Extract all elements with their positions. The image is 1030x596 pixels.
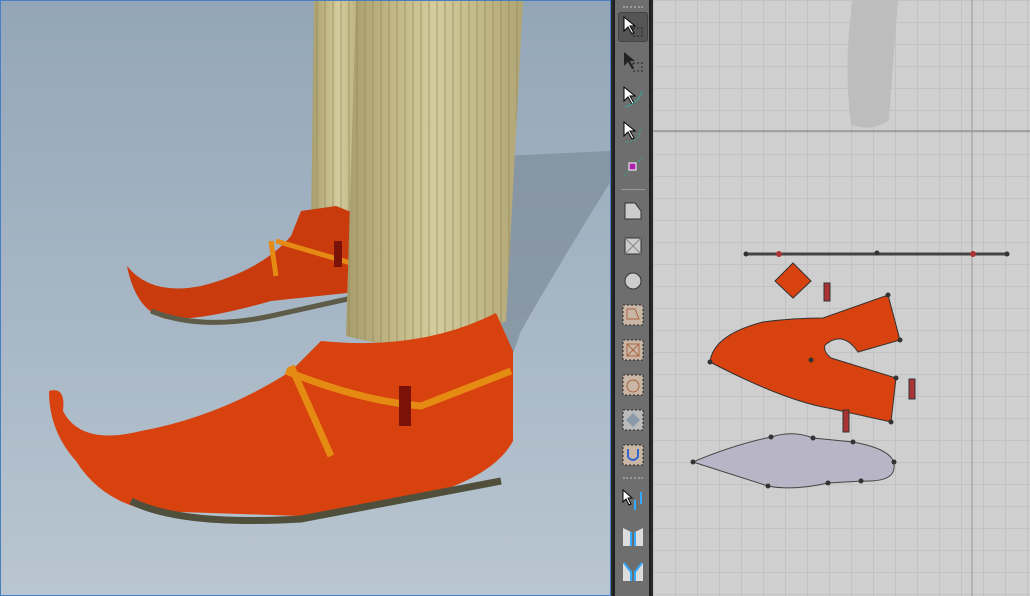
tool-palette [613, 0, 651, 596]
segment-sewing-tool[interactable] [618, 485, 648, 515]
pattern-canvas [653, 0, 1030, 596]
select-move-icon [623, 15, 643, 37]
avatar-silhouette [847, 0, 898, 128]
polygon-tool[interactable] [618, 196, 648, 226]
internal-circle-icon [622, 374, 644, 396]
circle-tool[interactable] [618, 266, 648, 296]
free-sewing-tool[interactable] [618, 521, 648, 551]
fold-sewing-tool[interactable] [618, 556, 648, 586]
internal-rectangle-icon [622, 339, 644, 361]
dart-tool[interactable] [618, 440, 648, 470]
3d-scene [49, 1, 610, 525]
edit-curve-icon [623, 120, 641, 143]
select-move-tool[interactable] [618, 12, 648, 42]
edit-segment-tool[interactable] [618, 82, 648, 112]
rectangle-tool[interactable] [618, 231, 648, 261]
transform-pattern-tool[interactable] [618, 47, 648, 77]
free-sewing-icon [623, 528, 643, 546]
shoe-upper-pattern[interactable] [709, 294, 901, 423]
transform-pattern-icon [624, 52, 643, 72]
add-curve-point-tool[interactable] [618, 152, 648, 182]
internal-diamond-icon [622, 409, 644, 431]
internal-circle-tool[interactable] [618, 370, 648, 400]
segment-sewing-icon [622, 488, 642, 510]
dart-icon [622, 444, 644, 466]
internal-polygon-tool[interactable] [618, 300, 648, 330]
toolbar-grip-2[interactable] [623, 477, 643, 480]
internal-polygon-icon [622, 304, 644, 326]
diamond-pattern[interactable] [774, 262, 812, 299]
circle-icon [624, 272, 642, 290]
rectangle-icon [624, 237, 642, 255]
toolbar-grip[interactable] [623, 6, 643, 9]
internal-diamond-tool[interactable] [618, 405, 648, 435]
front-shoe [49, 313, 513, 516]
edit-curve-tool[interactable] [618, 117, 648, 147]
fold-sewing-icon [623, 562, 643, 581]
internal-rectangle-tool[interactable] [618, 335, 648, 365]
polygon-icon [624, 202, 642, 220]
3d-viewport[interactable] [0, 0, 611, 596]
edit-segment-icon [623, 85, 643, 108]
sole-pattern[interactable] [691, 433, 895, 489]
add-curve-point-icon [623, 157, 643, 177]
2d-pattern-viewport[interactable] [653, 0, 1030, 596]
